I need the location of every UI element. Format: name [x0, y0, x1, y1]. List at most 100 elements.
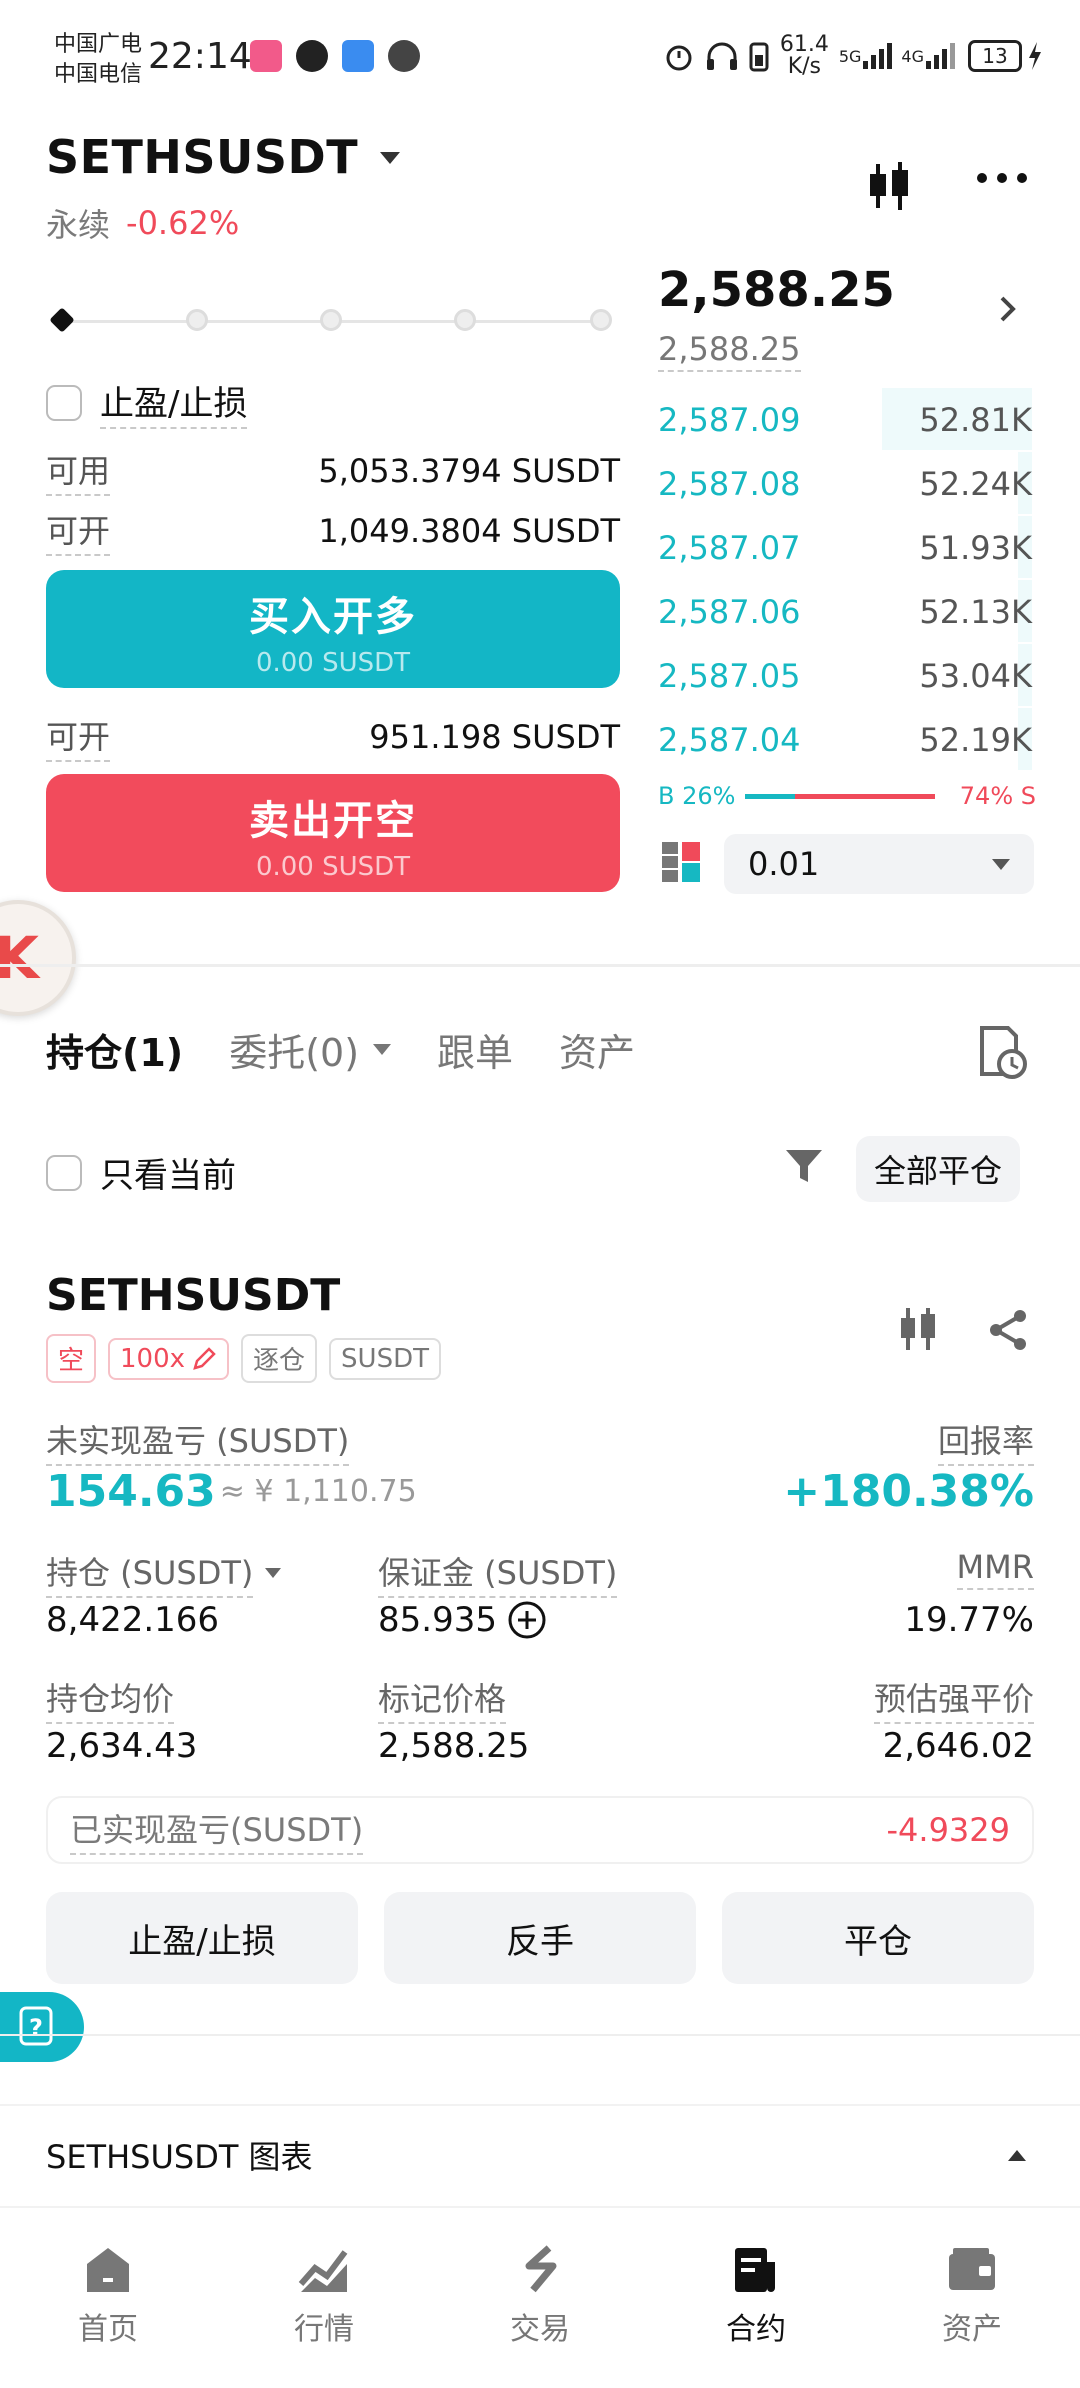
roe-value: +180.38% — [783, 1466, 1034, 1517]
nav-assets-label: 资产 — [942, 2312, 1002, 2347]
exchange-icon — [525, 2245, 557, 2293]
signal-4g-label: 4G — [901, 46, 924, 66]
sell-ratio: 74% S — [959, 782, 1036, 810]
sell-short-button[interactable]: 卖出开空 0.00 SUSDT — [46, 774, 620, 892]
battery-indicator: 13 — [968, 40, 1022, 72]
caret-down-icon — [373, 1044, 392, 1055]
bid-row[interactable]: 2,587.09 52.81K — [658, 388, 1032, 452]
slider-step-50[interactable] — [320, 309, 342, 331]
position-size-value: 8,422.166 — [46, 1600, 220, 1640]
nav-market-label: 行情 — [294, 2312, 354, 2347]
current-only-checkbox[interactable] — [46, 1154, 82, 1191]
svg-text:?: ? — [29, 2014, 43, 2042]
bid-qty: 52.19K — [919, 721, 1032, 759]
mark-price: 2,588.25 — [658, 330, 801, 372]
unrealized-pnl: 154.63 ≈ ¥ 1,110.75 — [46, 1466, 417, 1517]
leverage-value: 100x — [120, 1343, 186, 1374]
clock: 22:14 — [148, 36, 252, 77]
tp-sl-label: 止盈/止损 — [100, 376, 248, 429]
bid-price: 2,587.06 — [658, 593, 801, 631]
tab-orders[interactable]: 委托(0) — [229, 1022, 392, 1077]
roe-label: 回报率 — [937, 1416, 1034, 1466]
slider-step-100[interactable] — [590, 309, 612, 331]
coin-tag: SUSDT — [329, 1337, 441, 1380]
openable-long-row: 可开 1,049.3804 SUSDT — [46, 506, 620, 556]
tab-orders-label: 委托(0) — [229, 1031, 360, 1075]
tab-positions[interactable]: 持仓(1) — [46, 1022, 183, 1077]
nav-trade[interactable]: 交易 — [470, 2244, 610, 2348]
current-only-label: 只看当前 — [100, 1156, 236, 1196]
margin-mode-tag: 逐仓 — [241, 1334, 318, 1383]
help-float-button[interactable]: ? — [0, 1992, 84, 2062]
bid-row[interactable]: 2,587.08 52.24K — [658, 452, 1032, 516]
buy-long-label: 买入开多 — [249, 594, 417, 640]
tp-sl-option[interactable]: 止盈/止损 — [46, 376, 248, 429]
buy-ratio: B 26% — [658, 782, 736, 810]
position-symbol[interactable]: SETHSUSDT — [46, 1270, 340, 1321]
reverse-button[interactable]: 反手 — [384, 1892, 696, 1984]
bid-price: 2,587.04 — [658, 721, 801, 759]
history-icon[interactable] — [976, 1024, 1028, 1084]
slider-step-75[interactable] — [454, 309, 476, 331]
bid-price: 2,587.09 — [658, 401, 801, 439]
position-size-label-wrap[interactable]: 持仓 (SUSDT) — [46, 1548, 282, 1598]
nav-assets[interactable]: 资产 — [902, 2244, 1042, 2348]
home-icon — [87, 2248, 129, 2292]
close-all-button[interactable]: 全部平仓 — [856, 1136, 1021, 1202]
more-icon[interactable] — [974, 168, 1030, 192]
bid-row[interactable]: 2,587.04 52.19K — [658, 708, 1032, 772]
tp-sl-button[interactable]: 止盈/止损 — [46, 1892, 358, 1984]
chart-section-header[interactable]: SETHSUSDT 图表 — [0, 2104, 1080, 2204]
current-only-filter[interactable]: 只看当前 — [46, 1148, 236, 1197]
help-icon: ? — [19, 2006, 53, 2046]
depth-precision-value: 0.01 — [748, 845, 820, 883]
chevron-right-icon[interactable] — [998, 294, 1018, 328]
contract-type: 永续 — [46, 206, 111, 244]
bottom-nav: 首页 行情 交易 合约 资产 — [0, 2206, 1080, 2388]
slider-handle[interactable] — [49, 307, 75, 333]
bid-row[interactable]: 2,587.07 51.93K — [658, 516, 1032, 580]
battery-saver-icon — [749, 42, 769, 72]
notification-icons — [250, 40, 434, 72]
bid-qty: 51.93K — [919, 529, 1032, 567]
headphones-icon — [706, 42, 737, 70]
bid-qty: 52.81K — [919, 401, 1032, 439]
add-margin-icon[interactable] — [507, 1600, 547, 1640]
tp-sl-checkbox[interactable] — [46, 384, 82, 421]
contract-info: 永续 -0.62% — [46, 200, 239, 246]
entry-price-label: 持仓均价 — [46, 1674, 175, 1724]
candlestick-icon[interactable] — [864, 160, 914, 216]
signal-5g-label: 5G — [838, 46, 862, 66]
leverage-tag[interactable]: 100x — [108, 1337, 230, 1380]
candlestick-icon[interactable] — [896, 1306, 940, 1356]
filter-icon[interactable] — [784, 1148, 824, 1188]
symbol-dropdown-icon[interactable] — [380, 152, 400, 164]
nav-futures[interactable]: 合约 — [686, 2244, 826, 2348]
share-icon[interactable] — [986, 1308, 1030, 1356]
bid-qty: 52.13K — [919, 593, 1032, 631]
tab-copy-trading[interactable]: 跟单 — [437, 1022, 513, 1077]
bid-row[interactable]: 2,587.06 52.13K — [658, 580, 1032, 644]
slider-step-25[interactable] — [186, 309, 208, 331]
bid-price: 2,587.08 — [658, 465, 801, 503]
depth-layout-icon[interactable] — [660, 840, 702, 888]
ratio-bar-buy — [745, 793, 795, 799]
depth-precision-select[interactable]: 0.01 — [724, 834, 1034, 894]
close-position-button[interactable]: 平仓 — [722, 1892, 1034, 1984]
nav-home[interactable]: 首页 — [38, 2244, 178, 2348]
openable-short-row: 可开 951.198 SUSDT — [46, 712, 620, 762]
tab-assets[interactable]: 资产 — [559, 1022, 635, 1077]
charging-icon — [1029, 42, 1041, 70]
buy-long-button[interactable]: 买入开多 0.00 SUSDT — [46, 570, 620, 688]
mmr-label: MMR — [956, 1548, 1034, 1590]
price-change: -0.62% — [126, 204, 240, 242]
section-divider — [0, 2034, 1080, 2036]
bid-qty: 53.04K — [919, 657, 1032, 695]
bid-row[interactable]: 2,587.05 53.04K — [658, 644, 1032, 708]
symbol-title[interactable]: SETHSUSDT — [46, 130, 358, 184]
nav-market[interactable]: 行情 — [254, 2244, 394, 2348]
signal-icon-2 — [926, 43, 955, 69]
margin-value: 85.935 — [378, 1600, 497, 1640]
floating-app-widget[interactable]: K — [0, 900, 76, 1016]
ratio-bar — [745, 793, 936, 799]
